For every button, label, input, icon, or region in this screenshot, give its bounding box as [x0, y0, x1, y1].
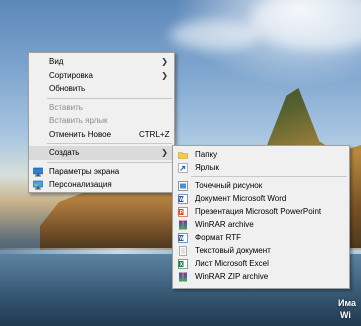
menu-item-paste[interactable]: Вставить [29, 101, 174, 115]
menu-item-sort[interactable]: Сортировка ❯ [29, 69, 174, 83]
submenu-item-text-document[interactable]: Текстовый документ [173, 244, 349, 257]
shortcut-hint: CTRL+Z [139, 129, 170, 139]
menu-item-label: Отменить Новое [49, 129, 112, 139]
menu-item-view[interactable]: Вид ❯ [29, 55, 174, 69]
submenu-item-label: WinRAR ZIP archive [195, 272, 269, 281]
chevron-right-icon: ❯ [161, 148, 168, 157]
menu-separator [47, 97, 172, 99]
submenu-item-label: Ярлык [195, 163, 219, 172]
shortcut-icon [178, 162, 188, 173]
excel-icon: X [178, 258, 188, 269]
menu-item-paste-shortcut[interactable]: Вставить ярлык [29, 114, 174, 128]
personalization-icon [33, 180, 43, 190]
submenu-item-label: WinRAR archive [195, 220, 254, 229]
chevron-right-icon: ❯ [161, 57, 168, 66]
create-submenu: Папку Ярлык Точечный рисунок W Документ … [172, 145, 350, 289]
submenu-item-label: Презентация Microsoft PowerPoint [195, 207, 322, 216]
submenu-item-powerpoint[interactable]: P Презентация Microsoft PowerPoint [173, 205, 349, 218]
menu-item-refresh[interactable]: Обновить [29, 82, 174, 96]
menu-item-label: Вставить ярлык [49, 116, 108, 125]
bitmap-icon [178, 180, 188, 191]
desktop[interactable]: Има Wi Вид ❯ Сортировка ❯ Обновить Встав… [0, 0, 361, 326]
submenu-item-winrar-zip[interactable]: WinRAR ZIP archive [173, 270, 349, 283]
submenu-item-label: Папку [195, 150, 218, 159]
submenu-item-excel[interactable]: X Лист Microsoft Excel [173, 257, 349, 270]
submenu-item-word[interactable]: W Документ Microsoft Word [173, 192, 349, 205]
svg-text:W: W [179, 196, 184, 202]
menu-item-display-settings[interactable]: Параметры экрана [29, 165, 174, 179]
text-document-icon [178, 245, 188, 256]
submenu-item-rtf[interactable]: W Формат RTF [173, 231, 349, 244]
menu-separator [191, 176, 347, 177]
desktop-context-menu: Вид ❯ Сортировка ❯ Обновить Вставить Вст… [28, 52, 175, 193]
menu-item-label: Вставить [49, 102, 83, 112]
submenu-item-folder[interactable]: Папку [173, 148, 349, 161]
submenu-item-bitmap[interactable]: Точечный рисунок [173, 179, 349, 192]
menu-item-label: Параметры экрана [49, 166, 120, 176]
menu-item-label: Вид [49, 57, 64, 66]
rtf-icon: W [178, 232, 188, 243]
menu-item-create[interactable]: Создать ❯ [29, 146, 174, 160]
chevron-right-icon: ❯ [161, 70, 168, 80]
word-icon: W [178, 193, 188, 204]
winrar-zip-icon [178, 272, 188, 282]
menu-item-personalization[interactable]: Персонализация [29, 178, 174, 192]
menu-item-undo-new[interactable]: Отменить Новое CTRL+Z [29, 128, 174, 142]
submenu-item-label: Точечный рисунок [195, 181, 263, 190]
svg-text:W: W [179, 235, 184, 241]
powerpoint-icon: P [178, 206, 188, 217]
menu-separator [47, 143, 172, 144]
display-settings-icon [33, 167, 43, 177]
submenu-item-label: Документ Microsoft Word [195, 194, 287, 203]
menu-item-label: Обновить [49, 84, 86, 93]
submenu-item-shortcut[interactable]: Ярлык [173, 161, 349, 174]
submenu-item-label: Текстовый документ [195, 246, 271, 255]
submenu-item-label: Формат RTF [195, 233, 242, 242]
menu-separator [47, 161, 172, 163]
watermark-text-2: Wi [340, 310, 351, 320]
menu-item-label: Персонализация [49, 180, 112, 189]
submenu-item-winrar[interactable]: WinRAR archive [173, 218, 349, 231]
menu-item-label: Создать [49, 148, 80, 157]
menu-item-label: Сортировка [49, 70, 93, 80]
folder-icon [178, 150, 188, 160]
winrar-icon [178, 220, 188, 230]
watermark-text: Има [338, 298, 357, 308]
submenu-item-label: Лист Microsoft Excel [195, 259, 269, 268]
